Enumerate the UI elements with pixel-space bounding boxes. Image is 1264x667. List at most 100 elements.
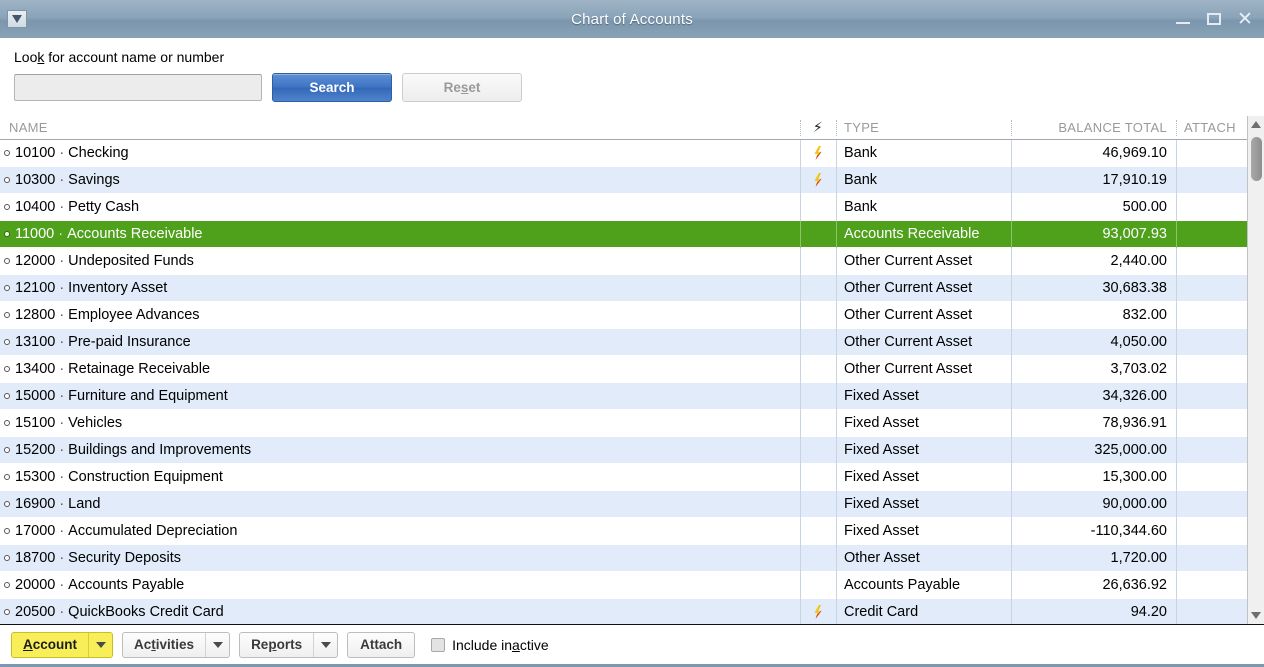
reports-pre: Re (251, 637, 269, 652)
account-bullet-icon (4, 150, 10, 156)
table-row[interactable]: 12100 · Inventory Asset Other Current Asset… (0, 274, 1247, 302)
column-header-type[interactable]: TYPE (836, 116, 1011, 140)
lightning-bolt-icon (814, 146, 822, 160)
cell-account-name: 12100 · Inventory Asset (0, 275, 800, 302)
table-row[interactable]: 13100 · Pre-paid Insurance Other Current As… (0, 328, 1247, 356)
account-label: Buildings and Improvements (68, 442, 252, 458)
chart-of-accounts-window: Chart of Accounts ✕ Look for account nam… (0, 0, 1264, 667)
table-row[interactable]: 15000 · Furniture and Equipment Fixed Asset… (0, 382, 1247, 410)
bottom-toolbar: Account Ac t ivities Re p orts Attach Includ… (0, 624, 1264, 664)
cell-balance-total: 78,936.91 (1011, 409, 1176, 437)
cell-attach (1176, 274, 1247, 302)
account-number: 15200 (15, 442, 56, 458)
reset-button[interactable]: Reset (402, 73, 522, 102)
column-header-name[interactable]: NAME (0, 116, 800, 140)
account-label: Accounts Payable (68, 577, 185, 593)
cell-bank-feed (800, 517, 836, 545)
account-bullet-icon (4, 555, 10, 561)
cell-bank-feed (800, 463, 836, 491)
activities-button[interactable]: Ac t ivities (122, 631, 231, 658)
cell-account-type: Fixed Asset (836, 409, 1011, 437)
scrollbar-track[interactable] (1248, 133, 1264, 607)
cell-bank-feed (800, 140, 836, 167)
table-row[interactable]: 16900 · Land Fixed Asset 90,000.00 (0, 490, 1247, 518)
account-label: Savings (68, 172, 120, 188)
account-label: Security Deposits (68, 550, 181, 566)
cell-account-type: Bank (836, 193, 1011, 221)
table-row[interactable]: 12000 · Undeposited Funds Other Current Ass… (0, 247, 1247, 275)
title-bar: Chart of Accounts ✕ (0, 0, 1264, 38)
cell-attach (1176, 193, 1247, 221)
cell-balance-total: -110,344.60 (1011, 517, 1176, 545)
table-row[interactable]: 10400 · Petty Cash Bank 500.00 (0, 193, 1247, 221)
account-separator: · (59, 388, 65, 404)
account-separator: · (59, 334, 65, 350)
account-separator: · (59, 577, 65, 593)
cell-bank-feed (800, 544, 836, 572)
accounts-grid-wrapper: NAME ⚡ TYPE BALANCE TOTAL ATTACH 10100 · C… (0, 116, 1264, 624)
attach-button[interactable]: Attach (347, 631, 416, 658)
account-separator: · (59, 172, 65, 188)
account-number: 15300 (15, 469, 56, 485)
reports-button[interactable]: Re p orts (239, 631, 339, 658)
reports-chevron-down-icon[interactable] (313, 632, 337, 657)
table-row[interactable]: 11000 · Accounts Receivable Accounts Receiv… (0, 220, 1247, 248)
account-separator: · (59, 415, 65, 431)
search-button[interactable]: Search (272, 73, 392, 102)
table-row[interactable]: 18700 · Security Deposits Other Asset 1,720.… (0, 544, 1247, 572)
account-separator: · (58, 226, 64, 242)
scroll-down-icon[interactable] (1247, 607, 1264, 624)
account-button[interactable]: Account (11, 631, 114, 658)
account-number: 16900 (15, 496, 56, 512)
account-separator: · (59, 469, 65, 485)
activities-chevron-down-icon[interactable] (205, 632, 229, 657)
window-menu-icon[interactable] (7, 10, 27, 28)
table-row[interactable]: 15200 · Buildings and Improvements Fixed As… (0, 436, 1247, 464)
table-row[interactable]: 20000 · Accounts Payable Accounts Payable 26… (0, 571, 1247, 599)
scroll-up-icon[interactable] (1247, 116, 1264, 133)
cell-account-type: Other Asset (836, 544, 1011, 572)
cell-bank-feed (800, 247, 836, 275)
account-label: QuickBooks Credit Card (68, 604, 224, 620)
column-header-bank-feed[interactable]: ⚡ (800, 116, 836, 140)
cell-attach (1176, 140, 1247, 167)
account-chevron-down-icon[interactable] (88, 632, 113, 657)
account-separator: · (59, 145, 65, 161)
cell-bank-feed (800, 166, 836, 194)
vertical-scrollbar[interactable] (1247, 116, 1264, 624)
cell-bank-feed (800, 571, 836, 599)
account-bullet-icon (4, 258, 10, 264)
include-inactive-checkbox[interactable] (431, 637, 446, 652)
table-row[interactable]: 17000 · Accumulated Depreciation Fixed Asse… (0, 517, 1247, 545)
table-row[interactable]: 15300 · Construction Equipment Fixed Asset 1… (0, 463, 1247, 491)
include-inactive-post: ctive (519, 636, 549, 653)
cell-balance-total: 2,440.00 (1011, 247, 1176, 275)
close-icon[interactable]: ✕ (1236, 10, 1254, 29)
cell-balance-total: 30,683.38 (1011, 274, 1176, 302)
cell-account-name: 10400 · Petty Cash (0, 194, 800, 221)
minimize-icon[interactable] (1174, 10, 1192, 28)
table-row[interactable]: 20500 · QuickBooks Credit Card Credit Card 9… (0, 598, 1247, 624)
maximize-icon[interactable] (1205, 10, 1223, 28)
include-inactive-checkbox-wrapper[interactable]: Include inactive (431, 637, 549, 653)
cell-account-name: 15000 · Furniture and Equipment (0, 383, 800, 410)
table-row[interactable]: 10300 · Savings Bank 17,910.19 (0, 166, 1247, 194)
cell-attach (1176, 409, 1247, 437)
scrollbar-thumb[interactable] (1250, 137, 1262, 181)
table-row[interactable]: 12800 · Employee Advances Other Current Ass… (0, 301, 1247, 329)
column-header-attach[interactable]: ATTACH (1176, 116, 1247, 140)
cell-account-type: Accounts Payable (836, 571, 1011, 599)
column-header-balance-total[interactable]: BALANCE TOTAL (1011, 116, 1176, 140)
table-row[interactable]: 13400 · Retainage Receivable Other Current … (0, 355, 1247, 383)
cell-account-name: 10100 · Checking (0, 140, 800, 167)
account-label: Employee Advances (68, 307, 200, 323)
cell-account-type: Fixed Asset (836, 517, 1011, 545)
cell-account-name: 17000 · Accumulated Depreciation (0, 518, 800, 545)
table-row[interactable]: 15100 · Vehicles Fixed Asset 78,936.91 (0, 409, 1247, 437)
cell-attach (1176, 463, 1247, 491)
cell-account-type: Other Current Asset (836, 274, 1011, 302)
account-number: 10300 (15, 172, 56, 188)
table-row[interactable]: 10100 · Checking Bank 46,969.10 (0, 140, 1247, 167)
account-label: Furniture and Equipment (68, 388, 228, 404)
search-input[interactable] (14, 74, 262, 101)
